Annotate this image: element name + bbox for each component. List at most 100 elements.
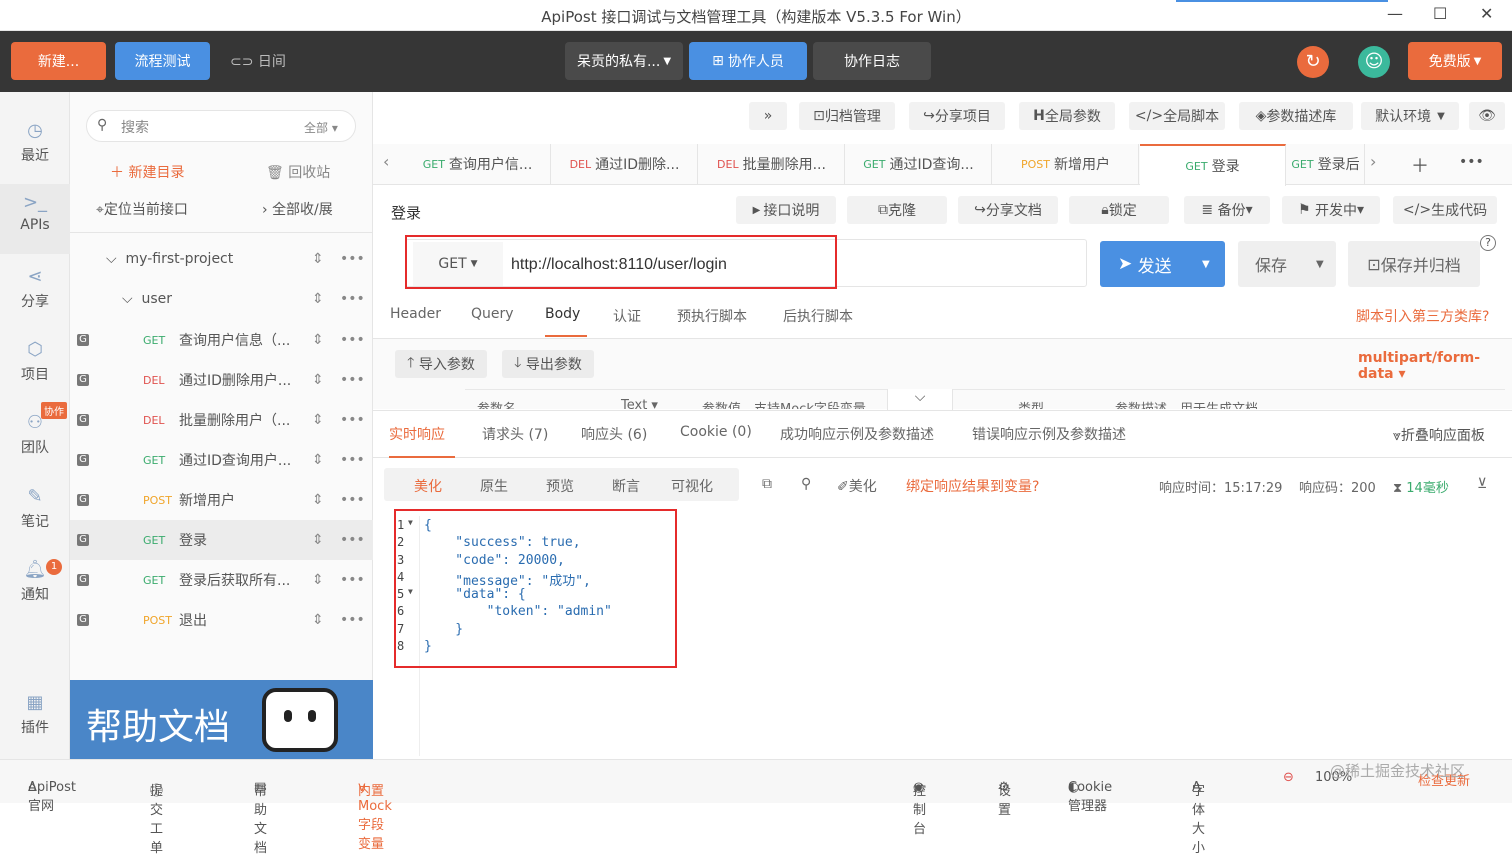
more-icon[interactable]: ••• <box>340 332 365 348</box>
filter-select[interactable]: 全部 ▾ <box>304 119 338 136</box>
nav-apis[interactable]: >_ APIs <box>0 184 70 254</box>
api-list-item[interactable]: G GET 登录后获取所有... ⇕ ••• <box>70 560 373 600</box>
nav-recent[interactable]: ◷ 最近 <box>0 120 70 165</box>
req-tab-2[interactable]: Body <box>545 306 580 322</box>
tab-1[interactable]: DEL 通过ID删除... <box>552 144 698 184</box>
search-icon[interactable]: ⚲ <box>801 476 811 492</box>
more-icon[interactable]: ••• <box>340 372 365 388</box>
view-mode-4[interactable]: 可视化 <box>671 476 713 496</box>
more-icon[interactable]: ••• <box>340 251 365 267</box>
req-tab-5[interactable]: 后执行脚本 <box>783 306 853 326</box>
req-tab-1[interactable]: Query <box>471 306 514 322</box>
collaborators-button[interactable]: ⊞ 协作人员 <box>689 42 807 80</box>
more-icon[interactable]: ••• <box>340 612 365 628</box>
sort-icon[interactable]: ⇕ <box>312 532 324 548</box>
tab-0[interactable]: GET 查询用户信... <box>405 144 551 184</box>
close-icon[interactable]: ✕ <box>1480 4 1493 23</box>
import-params-button[interactable]: 🡑 导入参数 <box>395 350 487 378</box>
plan-button[interactable]: 免费版 ▼ <box>1408 42 1502 80</box>
api-list-item[interactable]: G POST 新增用户 ⇕ ••• <box>70 480 373 520</box>
resp-tab-2[interactable]: 响应头 (6) <box>581 424 647 444</box>
req-tab-4[interactable]: 预执行脚本 <box>677 306 747 326</box>
doc-button[interactable]: ▶ 接口说明 <box>736 196 836 224</box>
global-script-button[interactable]: </> 全局脚本 <box>1129 102 1225 130</box>
api-list-item[interactable]: G DEL 通过ID删除用户... ⇕ ••• <box>70 360 373 400</box>
avatar[interactable]: ☺ <box>1358 46 1390 78</box>
resp-tab-1[interactable]: 请求头 (7) <box>482 424 548 444</box>
clone-button[interactable]: ⧉ 克隆 <box>847 196 947 224</box>
backup-button[interactable]: ≣ 备份 ▾ <box>1184 196 1270 224</box>
collapse-all-button[interactable]: › 全部收/展 <box>262 199 333 219</box>
api-list-item[interactable]: G DEL 批量删除用户（... ⇕ ••• <box>70 400 373 440</box>
api-list-item[interactable]: G GET 登录 ⇕ ••• <box>70 520 373 560</box>
help-banner[interactable]: 帮助文档 <box>70 680 373 759</box>
download-icon[interactable]: ⊻ <box>1477 476 1487 492</box>
sort-icon[interactable]: ⇕ <box>312 412 324 428</box>
add-tab-icon[interactable]: ＋ <box>1411 152 1429 178</box>
bind-var-link[interactable]: 绑定响应结果到变量? <box>906 476 1039 496</box>
export-params-button[interactable]: 🡓 导出参数 <box>502 350 594 378</box>
new-button[interactable]: 新建... <box>11 42 106 80</box>
sort-icon[interactable]: ⇕ <box>312 572 324 588</box>
nav-plugins[interactable]: ▦ 插件 <box>0 692 70 737</box>
status-select[interactable]: ⚑ 开发中 ▾ <box>1282 196 1380 224</box>
gen-code-button[interactable]: </> 生成代码 <box>1393 196 1497 224</box>
fold-panel-button[interactable]: ⩔折叠响应面板 <box>1393 425 1485 445</box>
locate-button[interactable]: ⌖定位当前接口 <box>96 199 188 219</box>
expand-button[interactable]: » <box>749 102 787 130</box>
save-archive-button[interactable]: ⊡ 保存并归档 <box>1348 241 1480 287</box>
col-type[interactable]: Text ▾ <box>621 398 658 409</box>
view-mode-2[interactable]: 预览 <box>546 476 574 496</box>
project-select[interactable]: 呆贡的私有... ▼ <box>565 42 683 80</box>
eye-icon[interactable]: 👁︎ <box>1469 102 1505 130</box>
sort-icon[interactable]: ⇕ <box>312 452 324 468</box>
resp-tab-3[interactable]: Cookie (0) <box>680 424 752 440</box>
sort-icon[interactable]: ⇕ <box>312 492 324 508</box>
api-list-item[interactable]: G GET 通过ID查询用户... ⇕ ••• <box>70 440 373 480</box>
resp-tab-0[interactable]: 实时响应 <box>389 424 445 444</box>
share-doc-button[interactable]: ↪ 分享文档 <box>958 196 1058 224</box>
view-mode-3[interactable]: 断言 <box>612 476 640 496</box>
view-mode-1[interactable]: 原生 <box>480 476 508 496</box>
more-icon[interactable]: ••• <box>340 572 365 588</box>
req-tab-0[interactable]: Header <box>390 306 441 322</box>
flow-test-button[interactable]: 流程测试 <box>115 42 210 80</box>
more-icon[interactable]: ••• <box>340 291 365 307</box>
sort-icon[interactable]: ⇕ <box>312 291 324 307</box>
more-icon[interactable]: ••• <box>340 412 365 428</box>
nav-notes[interactable]: ✎ 笔记 <box>0 486 70 531</box>
api-list-item[interactable]: G POST 退出 ⇕ ••• <box>70 600 373 640</box>
sync-icon[interactable]: ↻ <box>1297 46 1329 78</box>
new-dir-button[interactable]: ＋ 新建目录 <box>110 162 184 182</box>
send-button[interactable]: ➤ 发送 ▼ <box>1100 241 1225 287</box>
tab-6[interactable]: GET 登录后 <box>1287 144 1365 184</box>
minimize-icon[interactable]: — <box>1387 4 1403 23</box>
help-icon[interactable]: ? <box>1480 235 1496 251</box>
global-params-button[interactable]: H 全局参数 <box>1019 102 1115 130</box>
share-project-button[interactable]: ↪ 分享项目 <box>909 102 1005 130</box>
collab-log-button[interactable]: 协作日志 <box>813 42 931 80</box>
nav-share[interactable]: ⋖ 分享 <box>0 266 70 311</box>
zoom-out-icon[interactable]: ⊖ <box>1283 770 1294 785</box>
search-input[interactable]: ⚲ 搜索 全部 ▾ <box>86 110 356 142</box>
more-icon[interactable]: ••• <box>340 452 365 468</box>
maximize-icon[interactable]: ☐ <box>1433 4 1447 23</box>
theme-toggle[interactable]: ⊂⊃ 日间 <box>230 51 286 71</box>
sort-icon[interactable]: ⇕ <box>312 372 324 388</box>
tab-next-icon[interactable]: › <box>1370 152 1376 171</box>
nav-project[interactable]: ⬡ 项目 <box>0 339 70 384</box>
sort-icon[interactable]: ⇕ <box>312 332 324 348</box>
param-lib-button[interactable]: ◈ 参数描述库 <box>1239 102 1353 130</box>
env-select[interactable]: 默认环境 ▼ <box>1361 102 1459 130</box>
tab-2[interactable]: DEL 批量删除用... <box>699 144 845 184</box>
req-tab-3[interactable]: 认证 <box>613 306 641 326</box>
beautify-button[interactable]: ✐美化 <box>837 476 877 496</box>
api-list-item[interactable]: G GET 查询用户信息（... ⇕ ••• <box>70 320 373 360</box>
resp-tab-4[interactable]: 成功响应示例及参数描述 <box>780 424 934 444</box>
third-lib-link[interactable]: 脚本引入第三方类库? <box>1356 306 1489 326</box>
copy-icon[interactable]: ⧉ <box>762 476 772 492</box>
sort-icon[interactable]: ⇕ <box>312 251 324 267</box>
recycle-button[interactable]: 🗑︎ 回收站 <box>266 162 330 182</box>
tab-more-icon[interactable]: ••• <box>1459 154 1484 170</box>
archive-button[interactable]: ⊡ 归档管理 <box>799 102 895 130</box>
